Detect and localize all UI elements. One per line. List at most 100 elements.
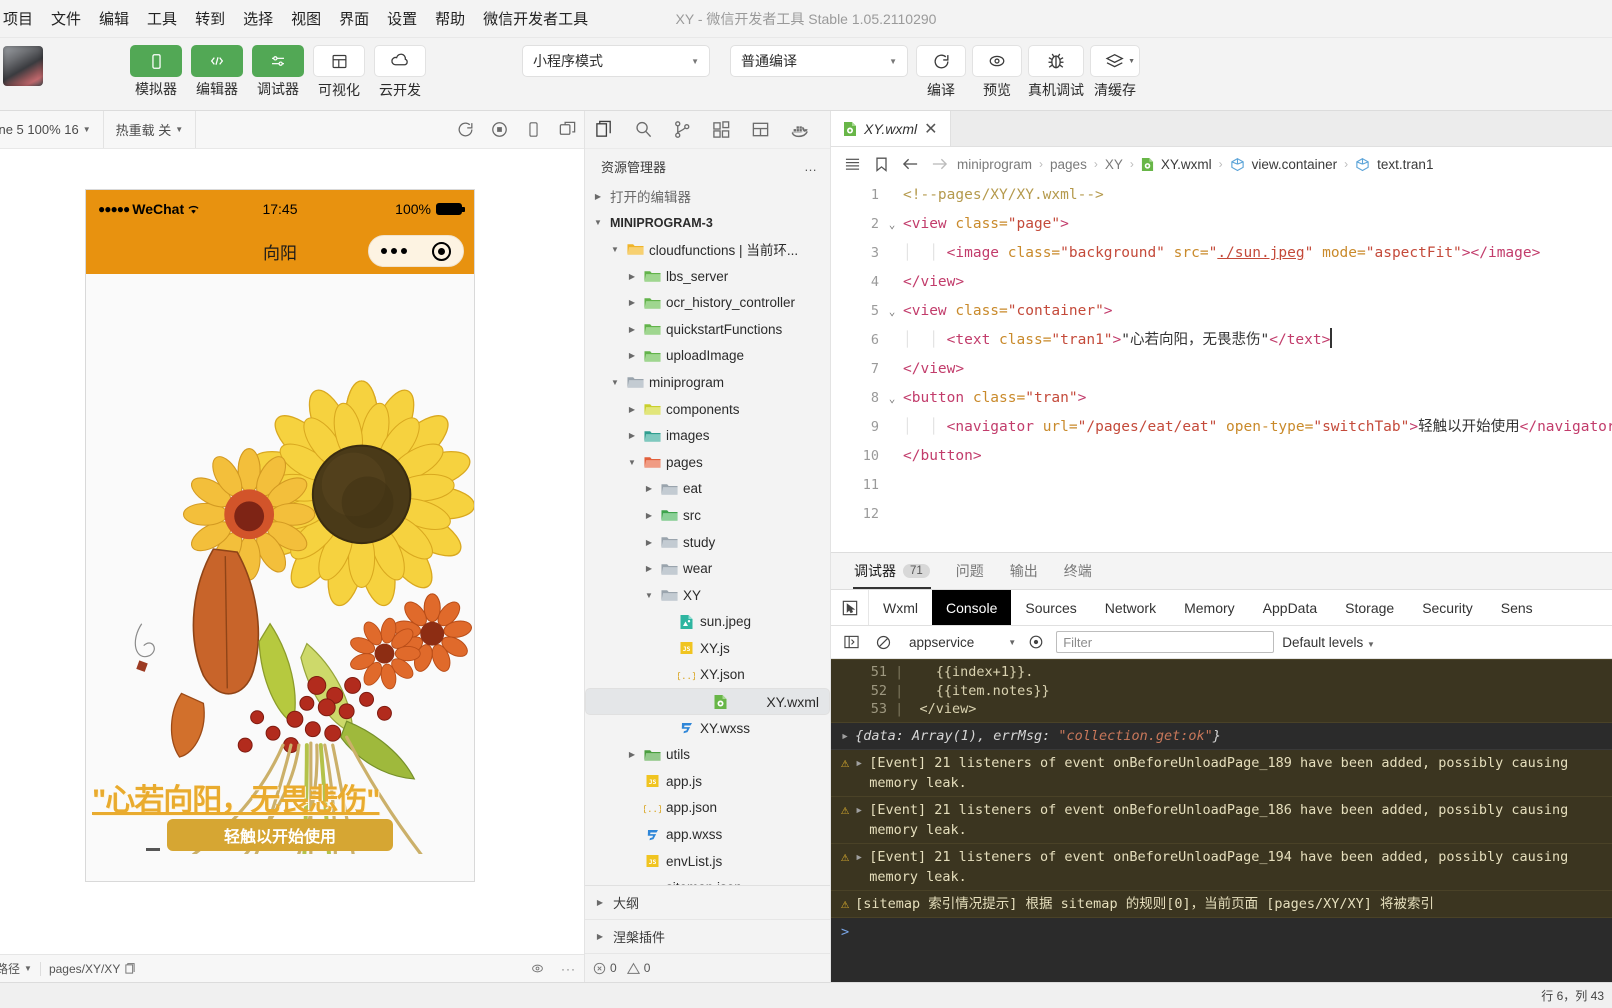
chevron-down-icon[interactable]: ▼	[591, 218, 605, 227]
device-select[interactable]: hone 5 100% 16 ▼	[0, 111, 104, 148]
tree-item-images[interactable]: ▶ images	[585, 422, 830, 449]
tree-item-src[interactable]: ▶ src	[585, 502, 830, 529]
chevron-right-icon[interactable]: ▶	[642, 511, 656, 520]
cloud-toggle-button[interactable]: 云开发	[374, 45, 426, 98]
menu-item-7[interactable]: 界面	[330, 4, 378, 33]
footer-eye-button[interactable]	[522, 962, 553, 975]
console-message-2[interactable]: ⚠ ▸ [Event] 21 listeners of event onBefore…	[831, 796, 1612, 844]
tree-item-wear[interactable]: ▶ wear	[585, 555, 830, 582]
compile-mode-select[interactable]: 普通编译 ▼	[730, 45, 908, 77]
chevron-down-icon[interactable]: ▼	[625, 458, 639, 467]
simulator-refresh-button[interactable]	[448, 120, 482, 139]
tree-item-ocr_history_controller[interactable]: ▶ ocr_history_controller	[585, 289, 830, 316]
fold-toggle[interactable]: ⌄	[883, 384, 901, 413]
tree-item-XY.json[interactable]: {..} XY.json	[585, 662, 830, 689]
chevron-right-icon[interactable]: ▶	[642, 538, 656, 547]
avatar[interactable]	[3, 46, 43, 86]
chevron-right-icon[interactable]: ▶	[625, 431, 639, 440]
simulator-record-button[interactable]	[482, 120, 516, 139]
extensions-icon[interactable]	[702, 111, 741, 149]
breadcrumb-item-4[interactable]: view.container	[1252, 157, 1338, 172]
chevron-right-icon[interactable]: ▶	[625, 351, 639, 360]
devtools-tab-sources[interactable]: Sources	[1011, 590, 1090, 625]
chevron-right-icon[interactable]: ▶	[642, 484, 656, 493]
chevron-right-icon[interactable]: ▶	[625, 272, 639, 281]
chevron-down-icon[interactable]: ▼	[608, 245, 622, 254]
breadcrumb-item-3[interactable]: XY.wxml	[1161, 157, 1212, 172]
console-prompt[interactable]: >	[831, 917, 1612, 946]
tree-item-quickstartFunctions[interactable]: ▶ quickstartFunctions	[585, 316, 830, 343]
devtools-tab-console[interactable]: Console	[932, 590, 1012, 625]
console-filter-input[interactable]: Filter	[1056, 631, 1275, 653]
expand-icon[interactable]: ▸	[841, 726, 849, 746]
chevron-right-icon[interactable]: ▶	[625, 325, 639, 334]
devtools-tab-storage[interactable]: Storage	[1331, 590, 1408, 625]
menu-item-6[interactable]: 视图	[282, 4, 330, 33]
devtools-tab-sens[interactable]: Sens	[1487, 590, 1547, 625]
expand-icon[interactable]: ▸	[855, 800, 863, 840]
tree-item-node[interactable]: ▶ 打开的编辑器	[585, 183, 830, 210]
tree-item-XY.js[interactable]: JS XY.js	[585, 635, 830, 662]
chevron-right-icon[interactable]: ▶	[625, 298, 639, 307]
tree-item-app.json[interactable]: {..} app.json	[585, 795, 830, 822]
fold-toggle[interactable]: ⌄	[883, 210, 901, 239]
tree-item-study[interactable]: ▶ study	[585, 529, 830, 556]
menu-item-2[interactable]: 编辑	[90, 4, 138, 33]
breadcrumb-item-5[interactable]: text.tran1	[1377, 157, 1433, 172]
page-path-value-wrap[interactable]: pages/XY/XY	[41, 962, 144, 976]
start-button[interactable]: 轻触以开始使用	[167, 819, 393, 851]
devtools-tab-memory[interactable]: Memory	[1170, 590, 1249, 625]
console-message-3[interactable]: ⚠ ▸ [Event] 21 listeners of event onBefore…	[831, 843, 1612, 891]
expand-icon[interactable]: ▸	[855, 753, 863, 793]
debug-tab-1[interactable]: 问题	[943, 553, 997, 589]
tree-item-eat[interactable]: ▶ eat	[585, 476, 830, 503]
tree-item-miniprogram[interactable]: ▼ miniprogram	[585, 369, 830, 396]
menu-item-3[interactable]: 工具	[138, 4, 186, 33]
tree-item-XY.wxss[interactable]: XY.wxss	[585, 715, 830, 742]
devtools-tab-wxml[interactable]: Wxml	[869, 590, 932, 625]
editor-toggle-button[interactable]: 编辑器	[191, 45, 243, 97]
chevron-right-icon[interactable]: ▶	[591, 192, 605, 201]
close-icon[interactable]: ✕	[924, 119, 937, 139]
menu-item-0[interactable]: 项目	[0, 4, 42, 33]
back-icon[interactable]	[899, 157, 921, 171]
chevron-right-icon[interactable]: ▶	[625, 750, 639, 759]
chevron-right-icon[interactable]: ▶	[642, 564, 656, 573]
tree-item-components[interactable]: ▶ components	[585, 396, 830, 423]
menu-item-1[interactable]: 文件	[42, 4, 90, 33]
chevron-right-icon[interactable]: ▶	[625, 405, 639, 414]
devtools-tab-appdata[interactable]: AppData	[1249, 590, 1331, 625]
breadcrumb-item-0[interactable]: miniprogram	[957, 157, 1032, 172]
console-levels-select[interactable]: Default levels ▼	[1282, 635, 1375, 650]
console-message-4[interactable]: ⚠ [sitemap 索引情况提示] 根据 sitemap 的规则[0]，当前页面…	[831, 890, 1612, 918]
code-editor[interactable]: 1 <!--pages/XY/XY.wxml--> 2 ⌄ <view class="p…	[831, 181, 1612, 552]
visualization-toggle-button[interactable]: 可视化	[313, 45, 365, 98]
source-control-icon[interactable]	[663, 111, 702, 149]
tree-item-MINIPROGRAM-3[interactable]: ▼ MINIPROGRAM-3	[585, 210, 830, 237]
menu-item-9[interactable]: 帮助	[426, 4, 474, 33]
breadcrumb-item-2[interactable]: XY	[1105, 157, 1123, 172]
files-icon[interactable]	[585, 111, 624, 149]
devtools-tab-network[interactable]: Network	[1091, 590, 1170, 625]
menu-item-5[interactable]: 选择	[234, 4, 282, 33]
footer-more-button[interactable]: ···	[553, 962, 584, 976]
console-sidebar-toggle[interactable]	[839, 631, 863, 653]
tree-item-uploadImage[interactable]: ▶ uploadImage	[585, 343, 830, 370]
expand-icon[interactable]: ▸	[855, 847, 863, 887]
tree-item-lbs_server[interactable]: ▶ lbs_server	[585, 263, 830, 290]
debug-tab-2[interactable]: 输出	[997, 553, 1051, 589]
debug-tab-3[interactable]: 终端	[1051, 553, 1105, 589]
hot-reload-select[interactable]: 热重载 关 ▼	[104, 111, 197, 148]
layout-icon[interactable]	[741, 111, 780, 149]
clear-console-button[interactable]	[871, 631, 895, 653]
forward-icon[interactable]	[928, 157, 950, 171]
tree-item-pages[interactable]: ▼ pages	[585, 449, 830, 476]
compile-button[interactable]: 编译	[916, 45, 966, 98]
tree-item-app.js[interactable]: JS app.js	[585, 768, 830, 795]
search-icon[interactable]	[624, 111, 663, 149]
tree-item-XY[interactable]: ▼ XY	[585, 582, 830, 609]
outline-icon[interactable]	[841, 157, 863, 171]
menu-item-10[interactable]: 微信开发者工具	[474, 4, 597, 33]
wechat-capsule[interactable]	[368, 235, 464, 267]
page-path-select[interactable]: 面路径 ▼	[0, 960, 40, 977]
